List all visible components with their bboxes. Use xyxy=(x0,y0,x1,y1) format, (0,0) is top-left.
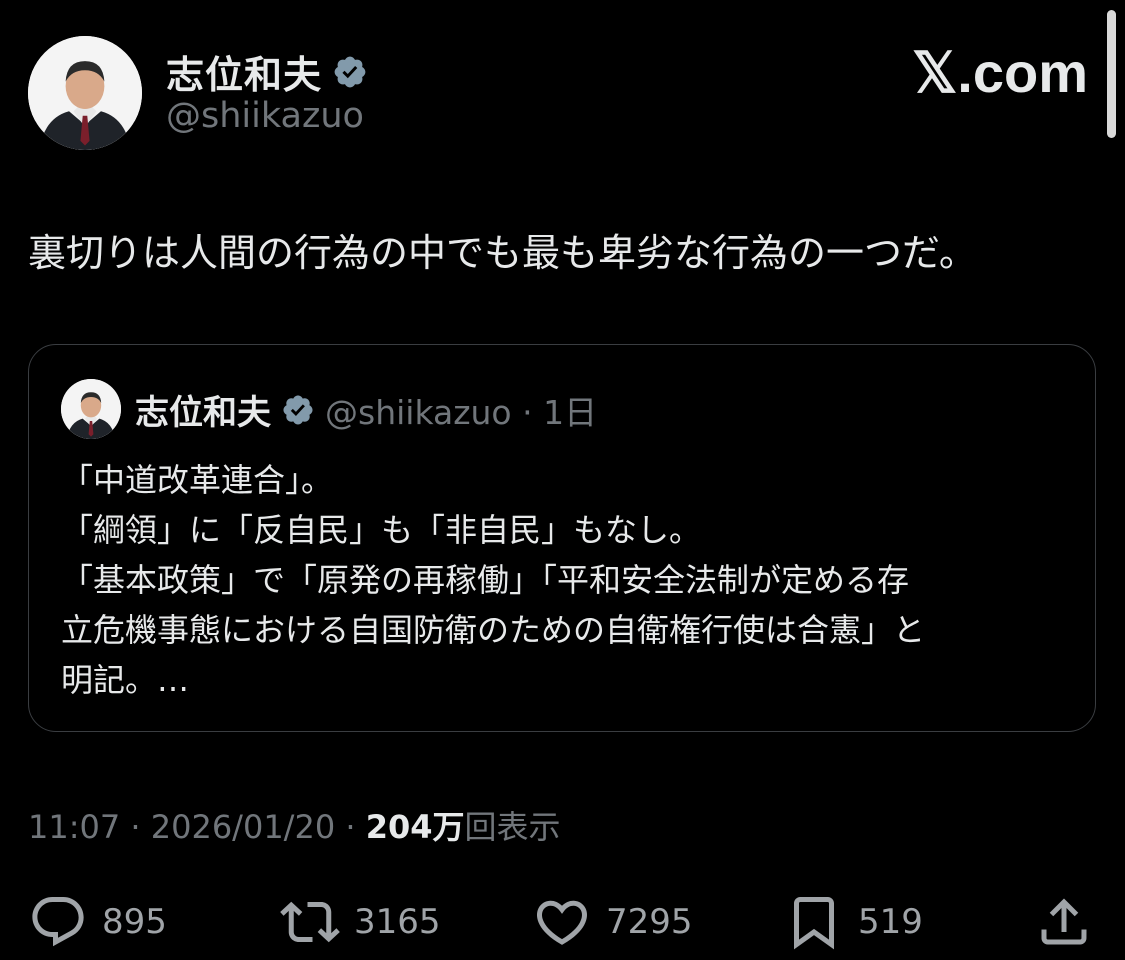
quote-meta: @shiikazuo · 1日 xyxy=(325,392,598,432)
retweet-button[interactable]: 3165 xyxy=(280,892,441,952)
bookmark-icon xyxy=(794,897,834,950)
action-bar: 895 3165 7295 519 xyxy=(28,892,1098,956)
reply-button[interactable]: 895 xyxy=(28,892,167,952)
verified-icon xyxy=(334,56,366,87)
share-icon xyxy=(1041,898,1087,945)
tweet-text: 裏切りは人間の行為の中でも最も卑劣な行為の一つだ。 xyxy=(28,231,977,275)
x-logo: 𝕏.com xyxy=(912,41,1088,104)
share-button[interactable] xyxy=(1034,892,1094,952)
quote-author-name: 志位和夫 xyxy=(135,393,271,433)
like-icon xyxy=(536,900,588,945)
views-count: 204万 xyxy=(365,808,465,846)
views-label: 回表示 xyxy=(464,808,561,846)
like-button[interactable]: 7295 xyxy=(532,892,693,952)
timestamp-text: 11:07 · 2026/01/20 · xyxy=(28,808,366,846)
retweet-count: 3165 xyxy=(354,902,441,942)
author-name[interactable]: 志位和夫 xyxy=(166,44,322,99)
like-count: 7295 xyxy=(606,902,693,942)
reply-count: 895 xyxy=(102,902,167,942)
bookmark-button[interactable]: 519 xyxy=(784,892,923,952)
author-handle[interactable]: @shiikazuo xyxy=(166,96,364,136)
retweet-icon xyxy=(280,901,340,943)
quote-avatar xyxy=(61,379,121,439)
avatar[interactable] xyxy=(28,36,142,150)
tweet-timestamp: 11:07 · 2026/01/20 · 204万回表示 xyxy=(28,802,561,848)
tweet-header: 志位和夫 @shiikazuo 𝕏.com xyxy=(28,36,1088,156)
scrollbar[interactable] xyxy=(1107,10,1116,138)
verified-icon xyxy=(283,394,313,425)
bookmark-count: 519 xyxy=(858,902,923,942)
quote-text: 「中道改革連合」。 「綱領」に「反自民」も「非自民」もなし。 「基本政策」で「原… xyxy=(61,461,926,699)
reply-icon xyxy=(32,897,84,947)
quoted-tweet[interactable]: 志位和夫 @shiikazuo · 1日 「中道改革連合」。 「綱領」に「反自民… xyxy=(28,344,1096,732)
